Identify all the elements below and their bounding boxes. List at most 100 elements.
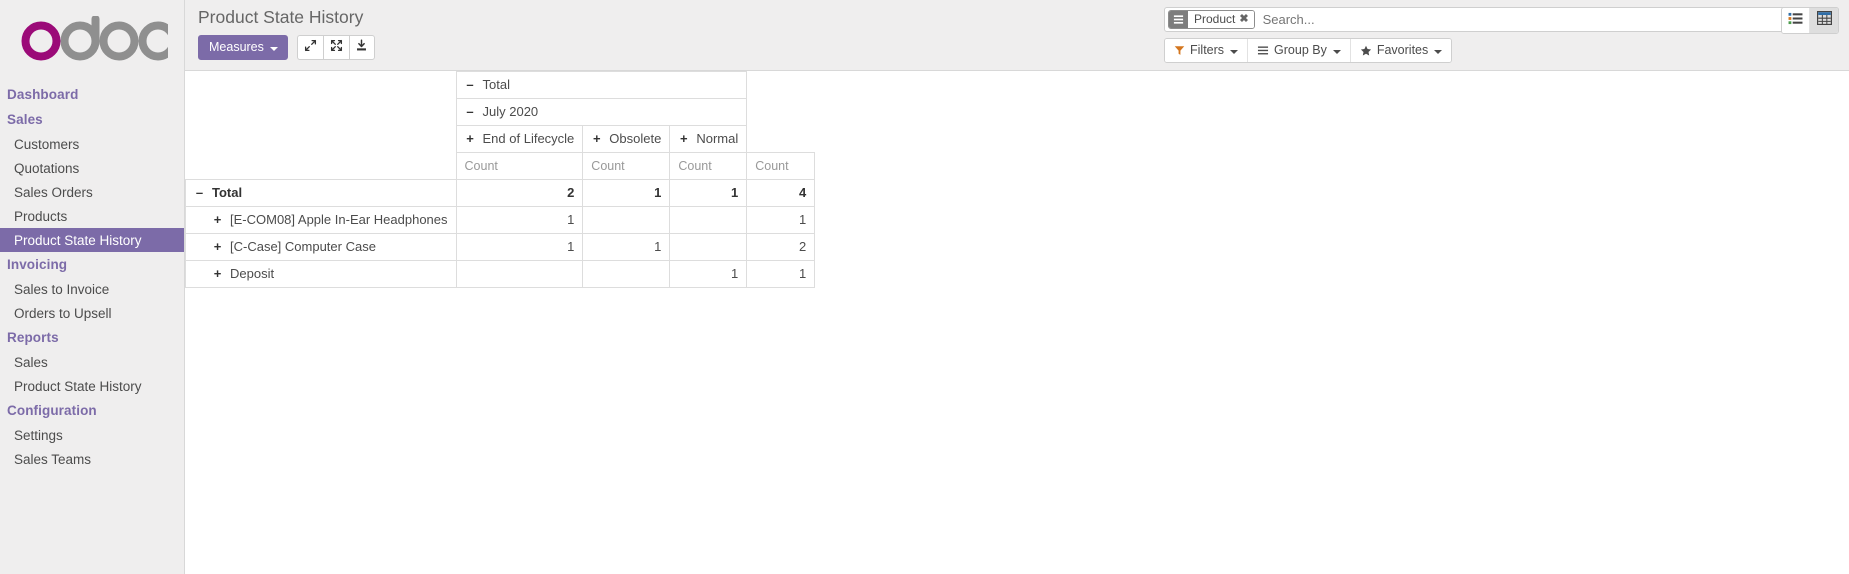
sidebar-section-reports[interactable]: Reports	[0, 325, 184, 350]
expand-arrows-svg	[304, 39, 316, 51]
control-panel-right: Product ✖ Search... Filters Group By Fav…	[1164, 7, 1839, 63]
pivot-view-button[interactable]	[1810, 8, 1838, 33]
odoo-app: Dashboard Sales Customers Quotations Sal…	[0, 0, 1849, 574]
pivot-cell-value-total[interactable]: 1	[746, 260, 816, 288]
pivot-header-spacer-1	[746, 71, 815, 99]
search-input[interactable]	[1260, 11, 1818, 28]
sidebar-item-orders-to-upsell[interactable]: Orders to Upsell	[0, 301, 184, 325]
sidebar-item-reports-product-state-history[interactable]: Product State History	[0, 374, 184, 398]
sidebar-section-sales[interactable]: Sales	[0, 107, 184, 132]
filters-button-label: Filters	[1190, 43, 1225, 57]
pivot-row-header-apple-headphones[interactable]: + [E-COM08] Apple In-Ear Headphones	[185, 206, 457, 234]
pivot-cell-value[interactable]	[582, 206, 671, 234]
pivot-col-group-normal[interactable]: + Normal	[669, 125, 748, 153]
pivot-col-group-end-of-lifecycle[interactable]: + End of Lifecycle	[455, 125, 584, 153]
close-icon[interactable]: ✖	[1239, 11, 1254, 28]
plus-icon: +	[593, 131, 601, 146]
pivot-view-svg	[1816, 10, 1832, 26]
pivot-cell-value[interactable]: 1	[455, 233, 584, 261]
pivot-corner-cell-4	[185, 152, 457, 180]
sidebar-item-settings[interactable]: Settings	[0, 423, 184, 447]
group-by-button[interactable]: Group By	[1248, 39, 1351, 62]
pivot-measure-header[interactable]: Count	[455, 152, 584, 180]
pivot-table-container: – Total – July 2020 + End of Lifecycle +…	[185, 71, 1849, 288]
search-facet-product[interactable]: Product ✖	[1168, 10, 1255, 29]
pivot-cell-value-total[interactable]: 4	[746, 179, 816, 207]
pivot-cell-value[interactable]: 1	[582, 233, 671, 261]
pivot-table-body: – Total 2 1 1 4 + [E-COM08] Apple In-Ear…	[185, 179, 816, 288]
pivot-cell-value[interactable]	[669, 206, 748, 234]
pivot-measure-header-total[interactable]: Count	[746, 152, 816, 180]
plus-icon: +	[213, 212, 222, 227]
plus-icon: +	[213, 266, 222, 281]
sidebar-section-configuration[interactable]: Configuration	[0, 398, 184, 423]
sidebar-item-reports-sales[interactable]: Sales	[0, 350, 184, 374]
collapse-icon	[330, 39, 343, 57]
pivot-cell-value-total[interactable]: 2	[746, 233, 816, 261]
sidebar-item-sales-to-invoice[interactable]: Sales to Invoice	[0, 277, 184, 301]
pivot-measure-header[interactable]: Count	[582, 152, 671, 180]
pivot-cell-value[interactable]	[582, 260, 671, 288]
filters-button[interactable]: Filters	[1165, 39, 1249, 62]
favorites-button[interactable]: Favorites	[1350, 39, 1452, 62]
pivot-col-total-label: Total	[482, 77, 510, 92]
pivot-cell-value[interactable]: 1	[455, 206, 584, 234]
view-switcher	[1781, 7, 1839, 34]
sidebar-item-customers[interactable]: Customers	[0, 132, 184, 156]
minus-icon: –	[466, 77, 474, 92]
pivot-cell-value[interactable]: 1	[582, 179, 671, 207]
toolbar: Measures	[198, 35, 375, 60]
plus-icon: +	[466, 131, 474, 146]
pivot-row-header-deposit[interactable]: + Deposit	[185, 260, 457, 288]
pivot-measure-header[interactable]: Count	[669, 152, 748, 180]
pivot-col-total-header[interactable]: – Total	[455, 71, 748, 99]
collapse-button[interactable]	[322, 35, 349, 60]
measures-button[interactable]: Measures	[198, 35, 288, 60]
filter-row: Filters Group By Favorites	[1164, 7, 1839, 63]
pivot-row-label: [C-Case] Computer Case	[230, 239, 376, 254]
pivot-corner-cell-2	[185, 98, 457, 126]
sidebar-item-sales-orders[interactable]: Sales Orders	[0, 180, 184, 204]
star-icon	[1360, 45, 1372, 57]
search-facet-label: Product	[1188, 11, 1240, 28]
sidebar-section-invoicing[interactable]: Invoicing	[0, 252, 184, 277]
pivot-row-label: Total	[212, 185, 243, 200]
pivot-cell-text: 4	[799, 185, 807, 200]
table-row: – Total 2 1 1 4	[185, 179, 816, 207]
sidebar-section-dashboard[interactable]: Dashboard	[0, 82, 184, 107]
control-panel-left: Product State History Measures	[185, 0, 375, 60]
pivot-col-group-obsolete[interactable]: + Obsolete	[582, 125, 671, 153]
chevron-down-icon	[1230, 49, 1239, 54]
pivot-row-header-computer-case[interactable]: + [C-Case] Computer Case	[185, 233, 457, 261]
bars-icon	[1169, 11, 1188, 28]
sidebar-item-sales-teams[interactable]: Sales Teams	[0, 447, 184, 471]
expand-button[interactable]	[296, 35, 323, 60]
pivot-cell-value[interactable]: 1	[669, 179, 748, 207]
sidebar-item-products[interactable]: Products	[0, 204, 184, 228]
bars-svg	[1257, 46, 1269, 55]
plus-icon: +	[680, 131, 688, 146]
pivot-measure-label: Count	[678, 159, 712, 173]
pivot-cell-value[interactable]	[669, 233, 748, 261]
list-view-button[interactable]	[1782, 8, 1810, 33]
sidebar-menu: Dashboard Sales Customers Quotations Sal…	[0, 78, 184, 471]
pivot-cell-value[interactable]	[455, 260, 584, 288]
funnel-svg	[1174, 46, 1185, 55]
odoo-logo[interactable]	[0, 0, 184, 78]
pivot-cell-text	[583, 215, 669, 225]
download-button[interactable]	[348, 35, 375, 60]
pivot-row-header-total[interactable]: – Total	[185, 179, 457, 207]
sidebar-item-product-state-history[interactable]: Product State History	[0, 228, 184, 252]
minus-icon: –	[466, 104, 474, 119]
pivot-cell-value[interactable]: 1	[669, 260, 748, 288]
search-bar[interactable]: Product ✖	[1164, 7, 1839, 32]
pivot-header-row-groups: + End of Lifecycle + Obsolete + Normal	[185, 125, 815, 153]
table-row: + [C-Case] Computer Case 1 1 2	[185, 233, 816, 261]
pivot-col-period-header[interactable]: – July 2020	[455, 98, 748, 126]
bars-svg	[1173, 15, 1184, 24]
pivot-cell-value[interactable]: 2	[455, 179, 584, 207]
pivot-cell-text	[457, 269, 583, 279]
sidebar-item-quotations[interactable]: Quotations	[0, 156, 184, 180]
page-title: Product State History	[198, 7, 364, 27]
pivot-cell-value-total[interactable]: 1	[746, 206, 816, 234]
